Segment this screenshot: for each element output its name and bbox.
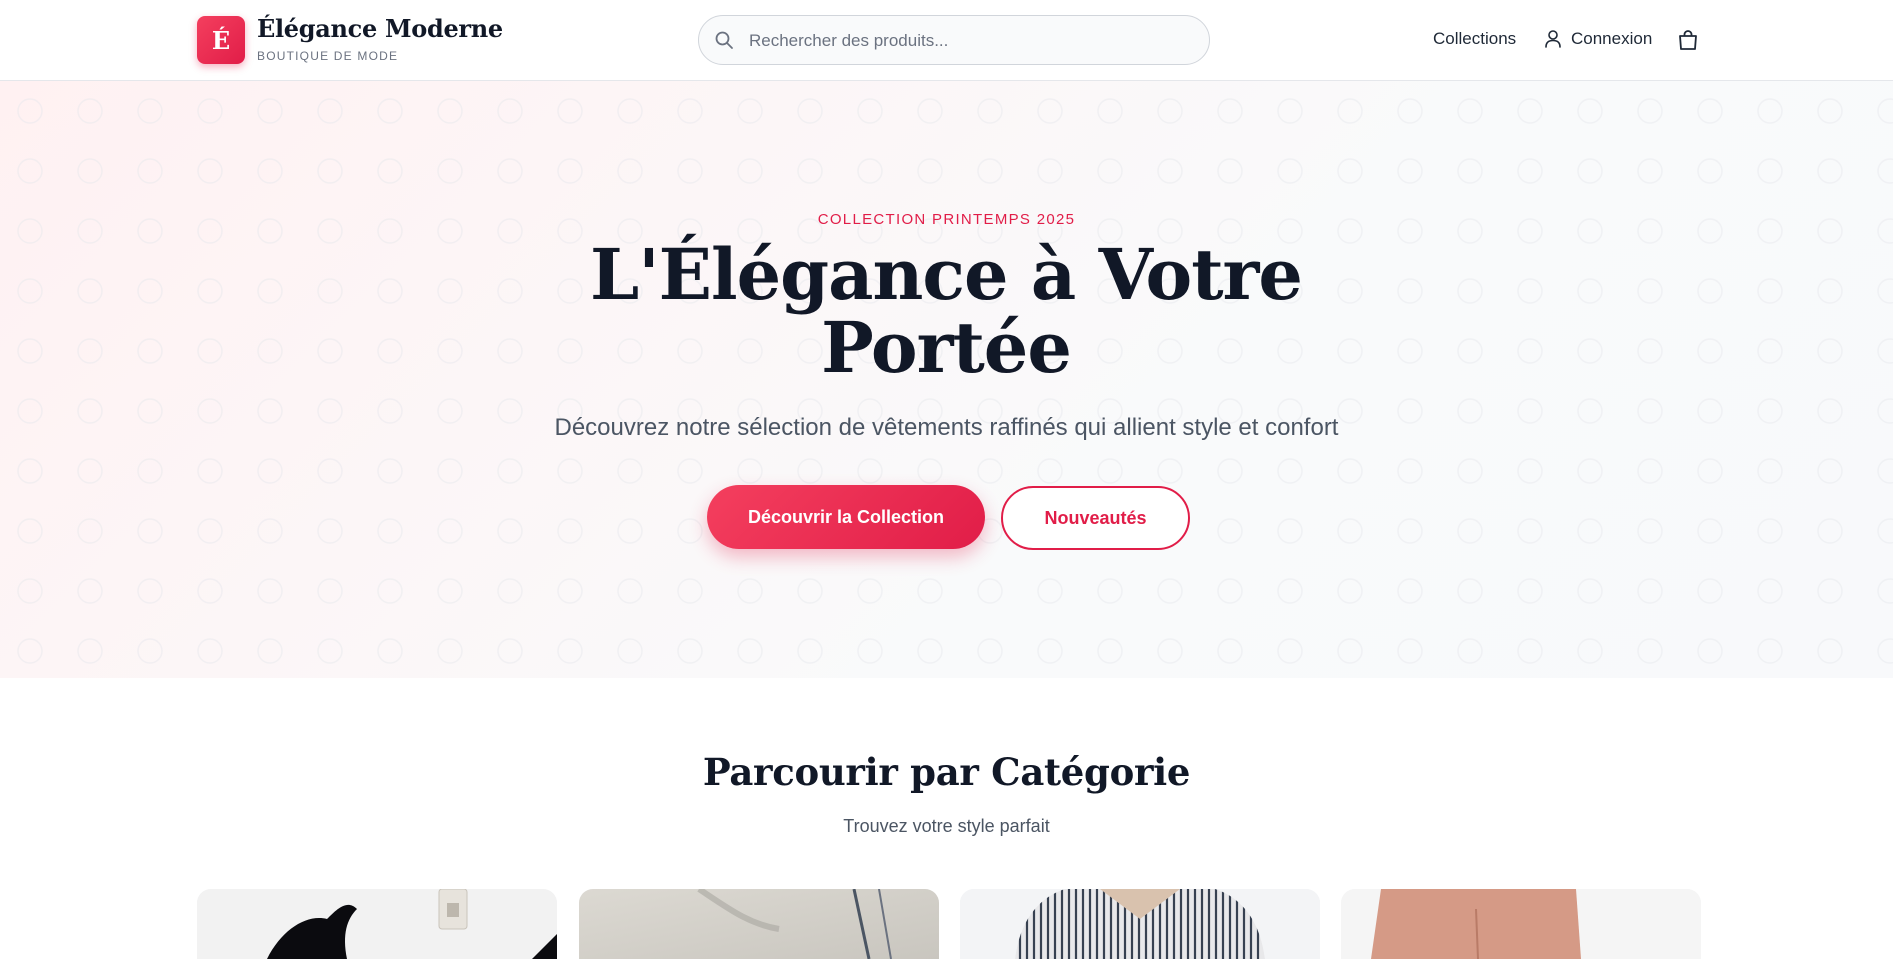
categories-title: Parcourir par Catégorie xyxy=(702,750,1191,794)
site-header: É Élégance Moderne BOUTIQUE DE MODE Coll… xyxy=(0,0,1893,81)
category-card[interactable] xyxy=(1341,889,1701,959)
logo-icon[interactable]: É xyxy=(197,16,245,64)
hero-section: COLLECTION PRINTEMPS 2025 L'Élégance à V… xyxy=(0,81,1893,678)
category-card[interactable] xyxy=(960,889,1320,959)
search-bar[interactable] xyxy=(698,15,1210,66)
nav-collections-link[interactable]: Collections xyxy=(1433,29,1516,49)
nav-login-link[interactable]: Connexion xyxy=(1545,29,1652,49)
hero-title: L'Élégance à Votre Portée xyxy=(590,233,1303,389)
category-image xyxy=(960,889,1320,959)
category-image xyxy=(579,889,939,959)
brand-name[interactable]: Élégance Moderne xyxy=(257,14,503,43)
new-arrivals-button[interactable]: Nouveautés xyxy=(1001,486,1190,550)
nav-login-label: Connexion xyxy=(1571,29,1653,48)
category-card[interactable] xyxy=(197,889,557,959)
category-image xyxy=(197,889,557,959)
search-icon xyxy=(715,31,733,49)
categories-subtitle: Trouvez votre style parfait xyxy=(843,816,1050,836)
category-card[interactable] xyxy=(579,889,939,959)
hero-eyebrow: COLLECTION PRINTEMPS 2025 xyxy=(817,211,1076,228)
discover-collection-button[interactable]: Découvrir la Collection xyxy=(707,485,985,549)
brand-tagline: BOUTIQUE DE MODE xyxy=(257,49,399,63)
user-icon xyxy=(1545,30,1561,48)
hero-subtitle: Découvrez notre sélection de vêtements r… xyxy=(554,414,1339,441)
category-image xyxy=(1341,889,1701,959)
shopping-bag-icon[interactable] xyxy=(1677,29,1699,51)
search-input[interactable] xyxy=(747,16,1191,66)
